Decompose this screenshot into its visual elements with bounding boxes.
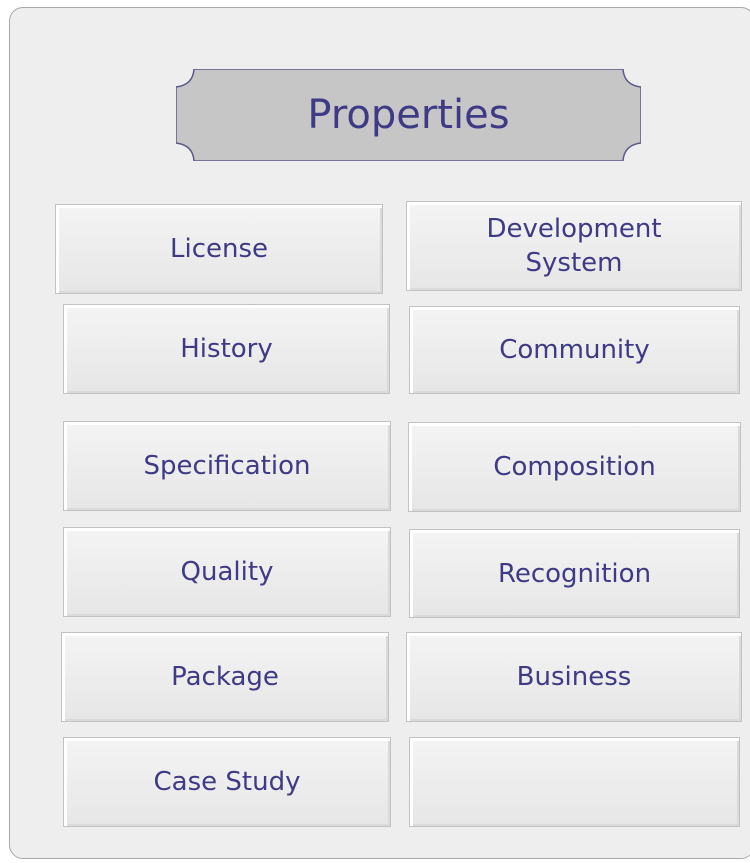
cell-composition[interactable]: Composition	[408, 422, 741, 512]
cell-label: Business	[516, 662, 632, 692]
cell-label: Specification	[143, 451, 311, 481]
cell-empty[interactable]	[409, 737, 740, 827]
page-title: Properties	[307, 92, 510, 138]
cell-label: Composition	[493, 452, 656, 482]
cell-history[interactable]: History	[63, 304, 390, 394]
cell-label: Case Study	[153, 767, 301, 797]
cell-specification[interactable]: Specification	[63, 421, 391, 511]
title-plaque: Properties	[176, 69, 641, 161]
cell-quality[interactable]: Quality	[63, 527, 391, 617]
cell-recognition[interactable]: Recognition	[409, 529, 740, 618]
cell-development-system[interactable]: Development System	[406, 201, 742, 291]
cell-label: Development System	[486, 214, 662, 278]
cell-label: License	[169, 234, 269, 264]
cell-community[interactable]: Community	[409, 306, 740, 394]
cell-case-study[interactable]: Case Study	[63, 737, 391, 827]
cell-label: Package	[171, 662, 279, 692]
cell-label: History	[180, 334, 273, 364]
cell-label: Community	[499, 335, 650, 365]
cell-license[interactable]: License	[55, 204, 383, 294]
cell-business[interactable]: Business	[406, 632, 742, 722]
cell-package[interactable]: Package	[61, 632, 389, 722]
cell-label: Quality	[180, 557, 274, 587]
cell-label: Recognition	[497, 558, 652, 589]
